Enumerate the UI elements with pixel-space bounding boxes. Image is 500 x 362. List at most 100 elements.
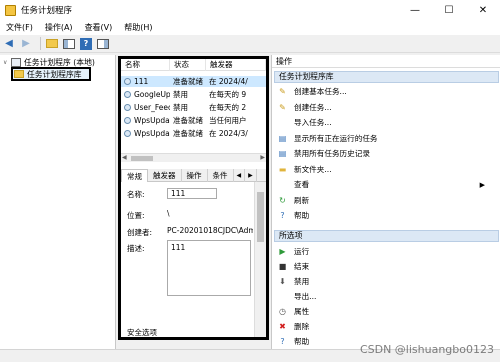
detail-vertical-scrollbar[interactable] xyxy=(255,182,266,337)
task-name: WpsUpdat... xyxy=(134,129,170,138)
tree-item-library[interactable]: 任务计划程序库 xyxy=(14,68,82,80)
section-selected-item[interactable]: 所选项 xyxy=(274,230,499,242)
action-label: 结束 xyxy=(294,262,310,271)
action-run[interactable]: ▶ 运行 xyxy=(278,246,493,257)
watermark-text: CSDN @lishuangbo0123 xyxy=(359,343,494,356)
action-new-folder[interactable]: ▬ 新文件夹... xyxy=(278,164,493,175)
task-row[interactable]: 111 准备就绪 在 2024/4/ xyxy=(121,76,266,87)
task-status: 准备就绪 xyxy=(173,77,203,86)
action-disable-history[interactable]: ▤ 禁用所有任务历史记录 xyxy=(278,148,493,159)
menu-help[interactable]: 帮助(H) xyxy=(118,22,158,33)
close-button[interactable]: ✕ xyxy=(466,0,500,20)
column-status-header[interactable]: 状态 xyxy=(170,59,206,71)
menu-file[interactable]: 文件(F) xyxy=(0,22,39,33)
task-row[interactable]: WpsUpdat... 准备就绪 在 2024/3/ xyxy=(121,128,266,139)
tab-actions[interactable]: 操作 xyxy=(182,169,208,182)
tab-scroll-left-icon[interactable]: ◀ xyxy=(234,169,246,182)
task-status: 禁用 xyxy=(173,103,188,112)
action-delete[interactable]: ✖ 删除 xyxy=(278,321,493,332)
action-label: 导出... xyxy=(294,292,317,301)
console-tree xyxy=(0,55,116,349)
help-icon[interactable]: ? xyxy=(79,37,93,51)
task-name: WpsUpdat... xyxy=(134,116,170,125)
action-pane-toggle-icon[interactable] xyxy=(96,37,110,51)
task-name: 111 xyxy=(134,77,149,86)
description-field[interactable]: 111 xyxy=(167,240,251,296)
task-icon xyxy=(124,91,131,98)
task-icon xyxy=(124,78,131,85)
disable-history-icon: ▤ xyxy=(278,149,287,158)
tab-general[interactable]: 常规 xyxy=(121,169,148,182)
submenu-arrow-icon: ▶ xyxy=(479,180,485,189)
task-row[interactable]: WpsUpdat... 准备就绪 当任何用户 xyxy=(121,115,266,126)
task-name: GoogleUp... xyxy=(134,90,170,99)
action-label: 新文件夹... xyxy=(294,164,332,174)
tree-root-label: 任务计划程序 (本地) xyxy=(24,57,95,67)
action-refresh[interactable]: ↻ 刷新 xyxy=(278,195,493,206)
general-tab-content: 名称: 111 位置: \ 创建者: PC-20201018CJDC\Adm 描… xyxy=(121,182,255,337)
menu-view[interactable]: 查看(V) xyxy=(79,22,119,33)
action-running-tasks[interactable]: ▤ 显示所有正在运行的任务 xyxy=(278,133,493,144)
location-value: \ xyxy=(167,209,170,218)
column-name-header[interactable]: 名称 xyxy=(121,59,170,71)
help-icon: ? xyxy=(280,211,285,220)
action-view[interactable]: 查看 ▶ xyxy=(278,179,493,190)
scroll-left-icon[interactable]: ◀ xyxy=(122,154,127,161)
maximize-button[interactable]: ☐ xyxy=(432,0,466,20)
action-help[interactable]: ? 帮助 xyxy=(278,210,493,221)
vertical-scroll-thumb[interactable] xyxy=(257,192,264,242)
action-export[interactable]: 导出... xyxy=(278,291,493,302)
up-folder-icon[interactable] xyxy=(45,37,59,51)
task-trigger: 在 2024/3/ xyxy=(209,129,248,138)
back-arrow-icon[interactable]: ◀ xyxy=(2,37,16,51)
action-label: 导入任务... xyxy=(294,118,332,127)
tab-scroll-right-icon[interactable]: ▶ xyxy=(245,169,257,182)
action-label: 创建基本任务... xyxy=(294,87,347,96)
menu-action[interactable]: 操作(A) xyxy=(39,22,79,33)
task-icon xyxy=(124,130,131,137)
help-icon: ? xyxy=(280,337,285,346)
action-properties[interactable]: ◷ 属性 xyxy=(278,306,493,317)
horizontal-scroll-thumb[interactable] xyxy=(131,156,153,161)
scroll-right-icon[interactable]: ▶ xyxy=(260,154,265,161)
task-row[interactable]: User_Feed_... 禁用 在每天的 2 xyxy=(121,102,266,113)
action-import[interactable]: 导入任务... xyxy=(278,117,493,128)
name-field[interactable]: 111 xyxy=(167,188,217,199)
action-label: 禁用 xyxy=(294,277,310,286)
task-icon xyxy=(124,104,131,111)
task-name: User_Feed_... xyxy=(134,103,170,112)
action-label: 帮助 xyxy=(294,211,310,220)
export-icon xyxy=(278,292,287,301)
view-icon xyxy=(278,180,287,189)
action-label: 删除 xyxy=(294,322,310,331)
action-disable[interactable]: ⬇ 禁用 xyxy=(278,276,493,287)
security-options-label: 安全选项 xyxy=(127,328,157,337)
create-task-icon: ✎ xyxy=(279,102,286,112)
minimize-button[interactable]: — xyxy=(398,0,432,20)
collapse-chevron-icon[interactable]: ∨ xyxy=(3,59,11,66)
action-label: 创建任务... xyxy=(294,102,332,112)
action-create-task[interactable]: ✎ 创建任务... xyxy=(278,102,493,113)
task-row[interactable]: GoogleUp... 禁用 在每天的 9 xyxy=(121,89,266,100)
task-list-horizontal-scrollbar[interactable]: ◀ ▶ xyxy=(121,153,266,162)
tab-conditions[interactable]: 条件 xyxy=(208,169,234,182)
action-label: 帮助 xyxy=(294,337,310,346)
tab-triggers[interactable]: 触发器 xyxy=(148,169,182,182)
section-task-library[interactable]: 任务计划程序库 xyxy=(274,71,499,83)
description-label: 描述: xyxy=(127,244,145,253)
show-hide-tree-icon[interactable] xyxy=(62,37,76,51)
properties-icon: ◷ xyxy=(279,307,286,316)
action-label: 显示所有正在运行的任务 xyxy=(294,133,378,143)
refresh-icon: ↻ xyxy=(279,195,286,205)
action-create-basic-task[interactable]: ✎ 创建基本任务... xyxy=(278,86,493,97)
new-folder-icon: ▬ xyxy=(278,164,287,174)
action-end[interactable]: ■ 结束 xyxy=(278,261,493,272)
task-icon xyxy=(124,117,131,124)
menu-bar: 文件(F) 操作(A) 查看(V) 帮助(H) xyxy=(0,20,500,35)
task-scheduler-window: 任务计划程序 — ☐ ✕ 文件(F) 操作(A) 查看(V) 帮助(H) ◀ ▶… xyxy=(0,0,500,362)
forward-arrow-icon[interactable]: ▶ xyxy=(19,37,33,51)
create-basic-task-icon: ✎ xyxy=(279,87,286,96)
task-status: 准备就绪 xyxy=(173,116,203,125)
column-trigger-header[interactable]: 触发器 xyxy=(206,59,266,71)
author-value: PC-20201018CJDC\Adm xyxy=(167,226,253,235)
